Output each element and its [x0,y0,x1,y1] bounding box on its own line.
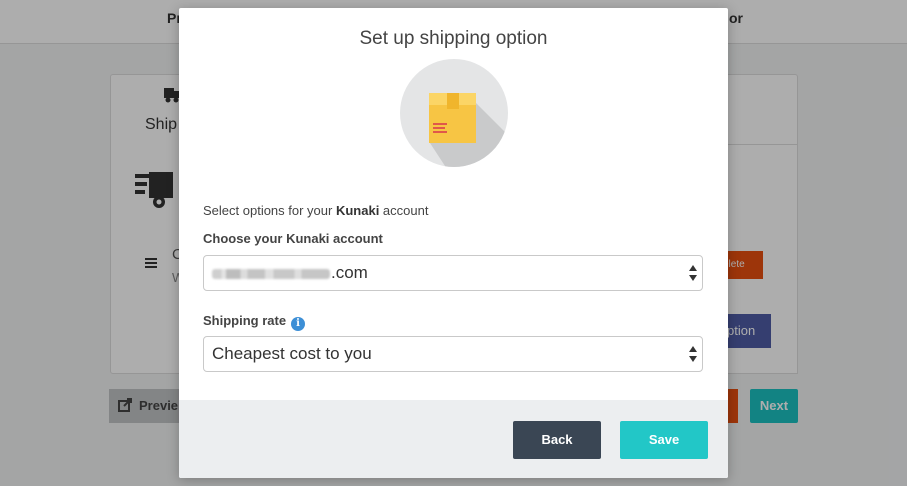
select-arrows-icon [689,346,697,362]
description-prefix: Select options for your [203,203,336,218]
back-button[interactable]: Back [513,421,601,459]
modal-description: Select options for your Kunaki account [203,203,428,218]
shipping-rate-label-text: Shipping rate [203,313,287,328]
shipping-rate-label: Shipping rate i [203,313,306,331]
package-box-icon [400,59,508,167]
description-suffix: account [379,203,429,218]
account-label: Choose your Kunaki account [203,231,383,246]
modal-footer: Back Save [179,400,728,478]
description-brand: Kunaki [335,203,380,218]
save-button[interactable]: Save [620,421,708,459]
select-arrows-icon [689,265,697,281]
shipping-rate-value: Cheapest cost to you [212,344,372,363]
info-icon[interactable]: i [291,317,306,331]
account-select-value: .com [331,263,368,282]
shipping-rate-select[interactable]: Cheapest cost to you [203,336,703,372]
account-select[interactable]: .com [203,255,703,291]
redacted-email [212,268,330,279]
modal-title: Set up shipping option [359,28,548,49]
shipping-option-modal: Set up shipping option Select options fo… [179,8,728,478]
